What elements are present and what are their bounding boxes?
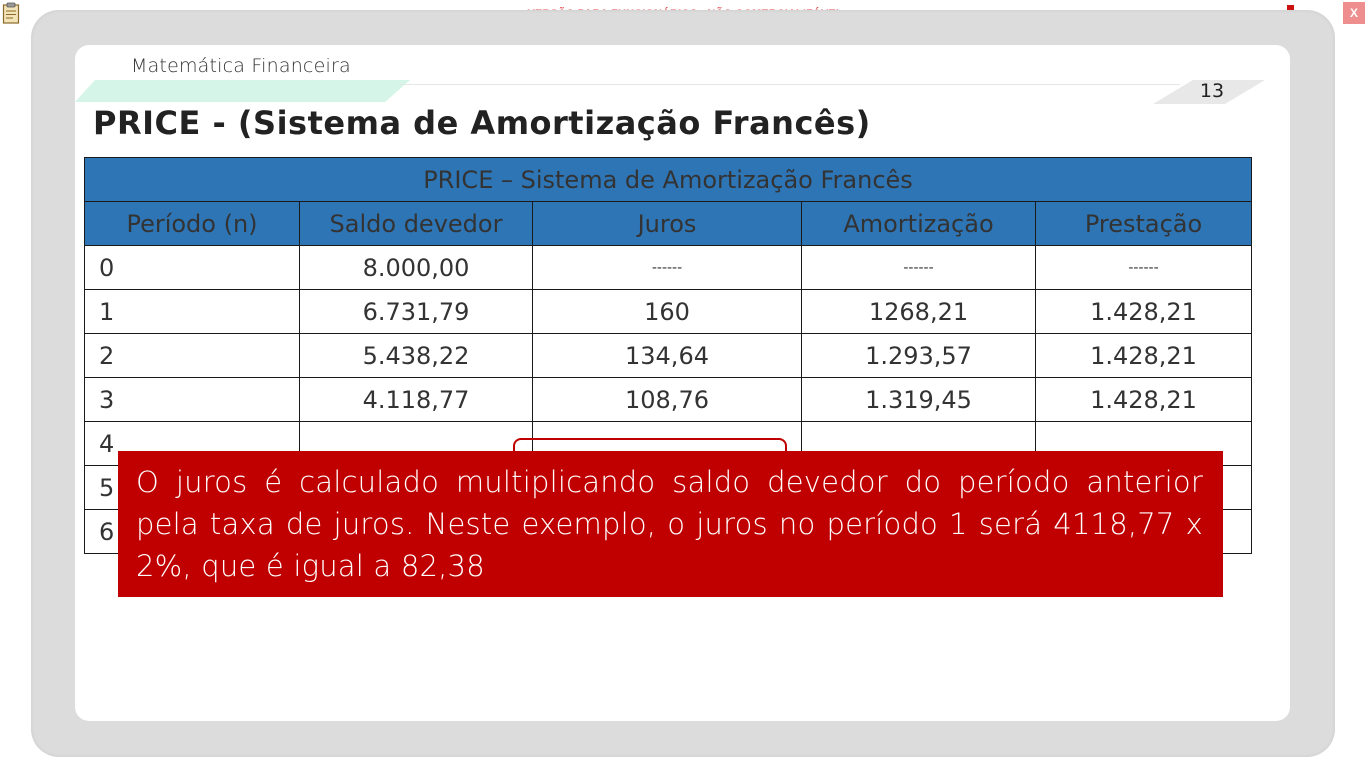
column-header-installment: Prestação bbox=[1035, 201, 1252, 246]
cell-interest: 160 bbox=[532, 289, 802, 334]
cell-balance: 6.731,79 bbox=[299, 289, 533, 334]
table-row: 1 6.731,79 160 1268,21 1.428,21 bbox=[84, 289, 1252, 334]
clipboard-icon[interactable] bbox=[2, 2, 20, 24]
course-title: Matemática Financeira bbox=[131, 55, 351, 77]
column-header-interest: Juros bbox=[532, 201, 802, 246]
column-header-balance: Saldo devedor bbox=[299, 201, 533, 246]
table-caption: PRICE – Sistema de Amortização Francês bbox=[84, 157, 1252, 202]
page-number: 13 bbox=[1199, 80, 1225, 102]
cell-amortization: 1268,21 bbox=[801, 289, 1036, 334]
table-caption-row: PRICE – Sistema de Amortização Francês bbox=[84, 157, 1252, 202]
cell-installment: 1.428,21 bbox=[1035, 377, 1252, 422]
close-button[interactable]: X bbox=[1343, 2, 1365, 24]
cell-installment: 1.428,21 bbox=[1035, 333, 1252, 378]
cell-installment: 1.428,21 bbox=[1035, 289, 1252, 334]
cell-balance: 5.438,22 bbox=[299, 333, 533, 378]
cell-interest: 134,64 bbox=[532, 333, 802, 378]
slide-title: PRICE - (Sistema de Amortização Francês) bbox=[93, 104, 871, 142]
header-divider bbox=[400, 84, 1180, 85]
table-row: 2 5.438,22 134,64 1.293,57 1.428,21 bbox=[84, 333, 1252, 378]
cell-amortization: 1.293,57 bbox=[801, 333, 1036, 378]
cell-amortization: ------ bbox=[801, 245, 1036, 290]
column-header-period: Período (n) bbox=[84, 201, 300, 246]
cell-amortization: 1.319,45 bbox=[801, 377, 1036, 422]
cell-period: 0 bbox=[84, 245, 300, 290]
table-header-row: Período (n) Saldo devedor Juros Amortiza… bbox=[84, 201, 1252, 246]
explanation-callout: O juros é calculado multiplicando saldo … bbox=[118, 451, 1223, 597]
cell-balance: 8.000,00 bbox=[299, 245, 533, 290]
cell-period: 2 bbox=[84, 333, 300, 378]
cell-installment: ------ bbox=[1035, 245, 1252, 290]
cell-period: 1 bbox=[84, 289, 300, 334]
cell-period: 3 bbox=[84, 377, 300, 422]
column-header-amortization: Amortização bbox=[801, 201, 1036, 246]
cell-interest: ------ bbox=[532, 245, 802, 290]
cell-interest: 108,76 bbox=[532, 377, 802, 422]
cell-balance: 4.118,77 bbox=[299, 377, 533, 422]
table-row: 3 4.118,77 108,76 1.319,45 1.428,21 bbox=[84, 377, 1252, 422]
table-row: 0 8.000,00 ------ ------ ------ bbox=[84, 245, 1252, 290]
